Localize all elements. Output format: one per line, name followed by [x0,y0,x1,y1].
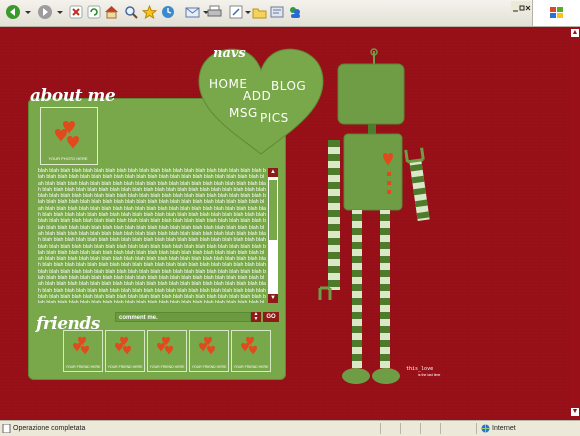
page-icon [2,424,11,433]
hearts-icon [199,336,215,355]
hearts-icon [55,121,79,149]
search-icon[interactable] [123,3,139,21]
scroll-down-icon[interactable]: ▼ [268,294,278,303]
navs-heading: navs [213,46,246,61]
nav-blog-link[interactable]: BLOG [271,79,306,93]
friend-label: YOUR FRIEND HERE [149,365,185,369]
comment-spinner[interactable]: ▲ ▼ [251,312,261,322]
zone-text: Internet [492,425,516,432]
scroll-up-icon[interactable]: ▲ [571,29,579,37]
nav-pics-link[interactable]: PICS [260,111,289,125]
comment-input[interactable]: comment me. [115,312,251,322]
status-text: Operazione completata [13,425,86,432]
nav-home-link[interactable]: HOME [209,77,247,91]
friend-label: YOUR FRIEND HERE [107,365,143,369]
friend-slot[interactable]: YOUR FRIEND HERE [63,330,103,372]
nav-add-link[interactable]: ADD [243,89,271,103]
internet-zone-icon [481,424,490,433]
hearts-icon [241,336,257,355]
back-dropdown-icon[interactable] [24,3,32,21]
friend-slot[interactable]: YOUR FRIEND HERE [189,330,229,372]
photo-label: YOUR PHOTO HERE [48,156,88,161]
go-button[interactable]: GO [263,312,279,322]
about-me-text: blah blah blah blah blah blah blah blah … [38,168,266,303]
folder-icon[interactable] [251,3,267,21]
forward-icon[interactable] [36,3,54,21]
print-icon[interactable] [206,3,222,21]
back-icon[interactable] [4,3,22,21]
window-controls[interactable] [511,1,531,12]
home-icon[interactable] [103,3,119,21]
hearts-icon [73,336,89,355]
edit-icon[interactable] [228,3,244,21]
status-separator [380,423,381,434]
discuss-icon[interactable] [269,3,285,21]
page-scrollbar[interactable]: ▲ ▼ [570,27,580,420]
scroll-up-icon[interactable]: ▲ [268,168,278,177]
nav-msg-link[interactable]: MSG [229,106,258,120]
hearts-icon [157,336,173,355]
friend-label: YOUR FRIEND HERE [191,365,227,369]
robot-illustration [318,48,430,384]
messenger-icon[interactable] [287,3,303,21]
friend-slot[interactable]: YOUR FRIEND HERE [231,330,271,372]
windows-logo-icon [532,0,580,26]
browser-toolbar [0,0,580,27]
scroll-down-icon[interactable]: ▼ [571,408,579,416]
status-separator [400,423,401,434]
status-separator [476,423,477,434]
friend-slot[interactable]: YOUR FRIEND HERE [105,330,145,372]
mail-icon[interactable] [184,3,200,21]
signature-text: this_love [406,366,434,372]
about-me-scrollbar[interactable]: ▲ ▼ [268,168,278,303]
status-bar: Operazione completata Internet [0,420,580,436]
hearts-icon [115,336,131,355]
refresh-icon[interactable] [86,3,102,21]
friend-label: YOUR FRIEND HERE [65,365,101,369]
forward-dropdown-icon[interactable] [56,3,64,21]
stop-icon[interactable] [68,3,84,21]
scroll-thumb[interactable] [269,180,277,240]
favorites-icon[interactable] [141,3,157,21]
signature-subtext: is the last time [418,373,441,377]
status-separator [420,423,421,434]
friend-slot[interactable]: YOUR FRIEND HERE [147,330,187,372]
status-separator [440,423,441,434]
friend-label: YOUR FRIEND HERE [233,365,269,369]
about-me-heading: about me [30,86,116,106]
history-icon[interactable] [160,3,176,21]
